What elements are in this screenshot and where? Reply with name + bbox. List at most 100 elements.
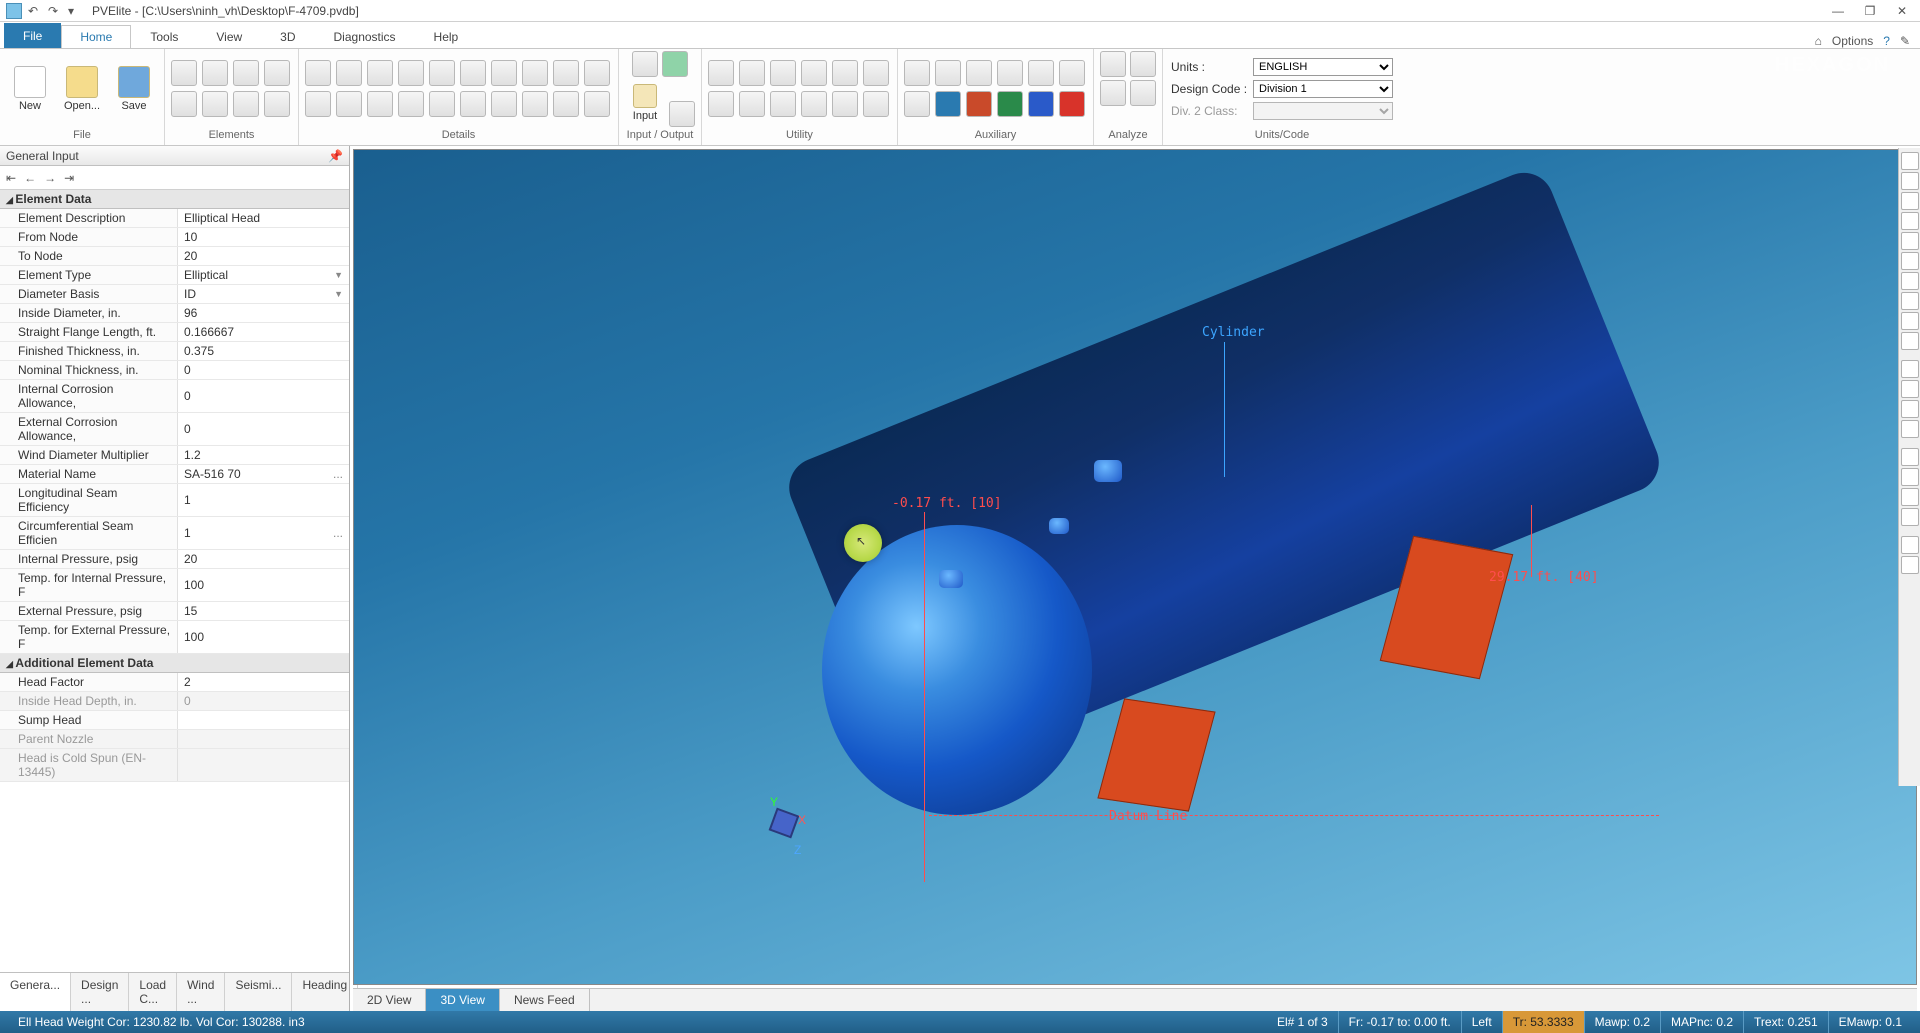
tab-file[interactable]: File	[4, 23, 61, 48]
aux-pdf-icon[interactable]	[1059, 91, 1085, 117]
rt-icon[interactable]	[1901, 468, 1919, 486]
property-row[interactable]: External Pressure, psig15	[0, 602, 349, 621]
help-icon[interactable]: ?	[1883, 34, 1890, 48]
new-button[interactable]: New	[6, 54, 54, 124]
div2-select[interactable]	[1253, 102, 1393, 120]
property-value[interactable]	[178, 730, 349, 748]
tab-view[interactable]: View	[197, 25, 261, 48]
property-value[interactable]: 20	[178, 550, 349, 568]
category-element-data[interactable]: Element Data	[0, 190, 349, 209]
analyze-icon[interactable]	[1100, 80, 1126, 106]
analyze-run-icon[interactable]	[1100, 51, 1126, 77]
rt-icon[interactable]	[1901, 172, 1919, 190]
property-row[interactable]: Temp. for Internal Pressure, F100	[0, 569, 349, 602]
detail-icon[interactable]	[429, 60, 455, 86]
property-value[interactable]	[178, 749, 349, 781]
rt-icon[interactable]	[1901, 380, 1919, 398]
utility-icon[interactable]	[863, 60, 889, 86]
property-row[interactable]: Finished Thickness, in.0.375	[0, 342, 349, 361]
property-value[interactable]	[178, 711, 349, 729]
rt-select-icon[interactable]	[1901, 448, 1919, 466]
detail-icon[interactable]	[584, 60, 610, 86]
pin-icon[interactable]: 📌	[328, 149, 343, 163]
rt-icon[interactable]	[1901, 508, 1919, 526]
btab-seismic[interactable]: Seismi...	[225, 973, 292, 1011]
notify-icon[interactable]: ⌂	[1815, 34, 1822, 48]
ellipsis-button[interactable]: ...	[333, 467, 343, 481]
property-row[interactable]: Element TypeElliptical▼	[0, 266, 349, 285]
design-code-select[interactable]: Division 1	[1253, 80, 1393, 98]
rt-icon[interactable]	[1901, 400, 1919, 418]
rt-icon[interactable]	[1901, 252, 1919, 270]
property-row[interactable]: Wind Diameter Multiplier1.2	[0, 446, 349, 465]
property-value[interactable]: 1...	[178, 517, 349, 549]
property-value[interactable]: 0	[178, 380, 349, 412]
property-row[interactable]: Head Factor2	[0, 673, 349, 692]
detail-icon[interactable]	[460, 91, 486, 117]
property-value[interactable]: SA-516 70...	[178, 465, 349, 483]
detail-icon[interactable]	[584, 91, 610, 117]
input-button[interactable]: Input	[625, 79, 665, 127]
dropdown-icon[interactable]: ▼	[334, 289, 343, 299]
aux-icon[interactable]	[935, 91, 961, 117]
property-row[interactable]: Element DescriptionElliptical Head	[0, 209, 349, 228]
utility-icon[interactable]	[770, 60, 796, 86]
3d-canvas[interactable]: Cylinder -0.17 ft. [10] 29.17 ft. [40] D…	[353, 149, 1917, 985]
open-button[interactable]: Open...	[58, 54, 106, 124]
utility-icon[interactable]	[770, 91, 796, 117]
utility-icon[interactable]	[708, 60, 734, 86]
property-value[interactable]: 0	[178, 361, 349, 379]
property-row[interactable]: Sump Head	[0, 711, 349, 730]
detail-icon[interactable]	[367, 60, 393, 86]
rt-icon[interactable]	[1901, 232, 1919, 250]
detail-icon[interactable]	[553, 60, 579, 86]
minimize-button[interactable]: —	[1826, 4, 1850, 18]
property-row[interactable]: Internal Corrosion Allowance,0	[0, 380, 349, 413]
qat-undo-icon[interactable]: ↶	[28, 4, 42, 18]
rt-icon[interactable]	[1901, 292, 1919, 310]
detail-icon[interactable]	[398, 91, 424, 117]
utility-icon[interactable]	[708, 91, 734, 117]
rt-icon[interactable]	[1901, 332, 1919, 350]
tab-help[interactable]: Help	[415, 25, 478, 48]
analyze-icon[interactable]	[1130, 51, 1156, 77]
io-icon[interactable]	[669, 101, 695, 127]
utility-icon[interactable]	[739, 91, 765, 117]
property-value[interactable]: 96	[178, 304, 349, 322]
save-button[interactable]: Save	[110, 54, 158, 124]
tab-home[interactable]: Home	[61, 25, 131, 48]
element-icon[interactable]	[264, 60, 290, 86]
property-value[interactable]: 0.166667	[178, 323, 349, 341]
detail-icon[interactable]	[336, 91, 362, 117]
viewtab-news[interactable]: News Feed	[500, 989, 590, 1011]
analyze-icon[interactable]	[1130, 80, 1156, 106]
element-cone-icon[interactable]	[233, 60, 259, 86]
property-row[interactable]: Internal Pressure, psig20	[0, 550, 349, 569]
btab-heading[interactable]: Heading	[292, 973, 358, 1011]
property-row[interactable]: Temp. for External Pressure, F100	[0, 621, 349, 654]
tab-3d[interactable]: 3D	[261, 25, 314, 48]
property-row[interactable]: Nominal Thickness, in.0	[0, 361, 349, 380]
rt-icon[interactable]	[1901, 212, 1919, 230]
element-head-icon[interactable]	[171, 91, 197, 117]
tab-diagnostics[interactable]: Diagnostics	[315, 25, 415, 48]
property-value[interactable]: 2	[178, 673, 349, 691]
rt-icon[interactable]	[1901, 192, 1919, 210]
property-row[interactable]: To Node20	[0, 247, 349, 266]
btab-wind[interactable]: Wind ...	[177, 973, 225, 1011]
property-row[interactable]: Material NameSA-516 70...	[0, 465, 349, 484]
viewtab-2d[interactable]: 2D View	[353, 989, 426, 1011]
detail-icon[interactable]	[491, 91, 517, 117]
rt-icon[interactable]	[1901, 312, 1919, 330]
property-value[interactable]: ID▼	[178, 285, 349, 303]
detail-icon[interactable]	[336, 60, 362, 86]
rt-icon[interactable]	[1901, 536, 1919, 554]
property-row[interactable]: Straight Flange Length, ft.0.166667	[0, 323, 349, 342]
close-button[interactable]: ✕	[1890, 4, 1914, 18]
utility-icon[interactable]	[863, 91, 889, 117]
property-value[interactable]: 15	[178, 602, 349, 620]
detail-icon[interactable]	[553, 91, 579, 117]
btab-loadc[interactable]: Load C...	[129, 973, 177, 1011]
property-value[interactable]: 20	[178, 247, 349, 265]
rt-icon[interactable]	[1901, 556, 1919, 574]
